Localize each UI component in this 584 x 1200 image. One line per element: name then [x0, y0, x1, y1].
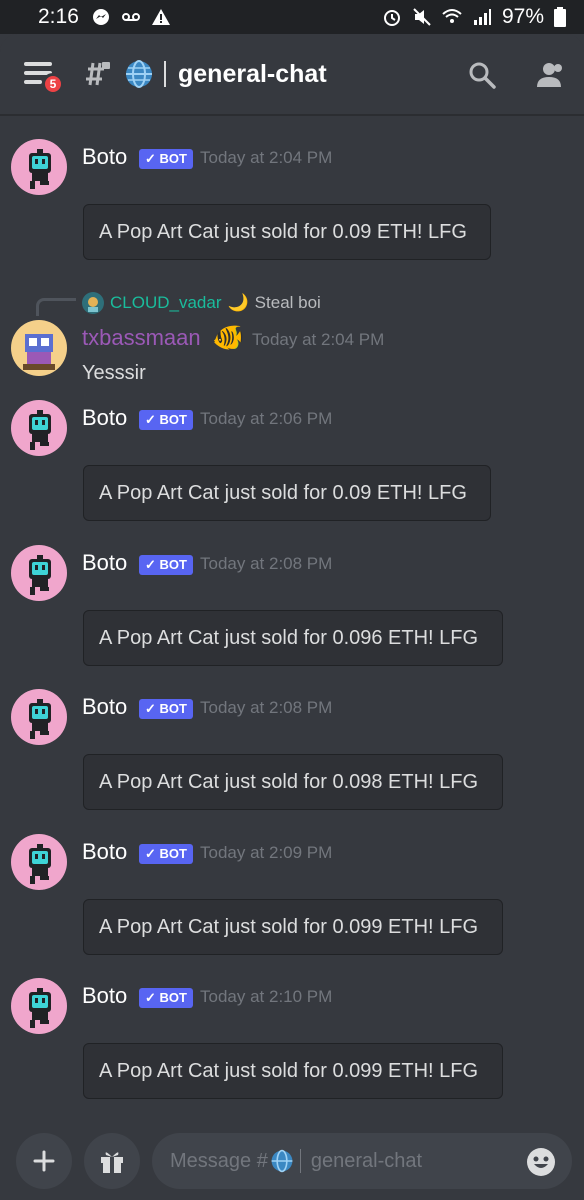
channel-header: 5 general-chat	[0, 34, 584, 114]
search-icon[interactable]	[467, 60, 497, 90]
reply-preview[interactable]: CLOUD_vadar 🌙 Steal boi	[82, 292, 321, 314]
bot-badge: ✓ BOT	[139, 149, 193, 169]
boto-avatar[interactable]	[11, 400, 67, 456]
notification-badge: 5	[42, 73, 64, 95]
cloud-vadar-avatar	[82, 292, 104, 314]
timestamp: Today at 2:04 PM	[200, 148, 333, 167]
locked-channel-icon	[86, 62, 110, 86]
author-name[interactable]: Boto	[82, 144, 127, 170]
boto-avatar[interactable]	[11, 545, 67, 601]
bot-badge: ✓ BOT	[139, 410, 193, 430]
author-name[interactable]: Boto	[82, 694, 127, 720]
message-text: Yesssir	[82, 362, 146, 384]
timestamp: Today at 2:04 PM	[252, 330, 385, 349]
bot-badge: ✓ BOT	[139, 555, 193, 575]
user-avatar-art	[23, 334, 55, 370]
boto-avatar[interactable]	[11, 978, 67, 1034]
bot-badge: ✓ BOT	[139, 699, 193, 719]
author-name[interactable]: Boto	[82, 983, 127, 1009]
embed-card: A Pop Art Cat just sold for 0.099 ETH! L…	[83, 899, 503, 955]
reply-connector	[36, 298, 76, 316]
boto-avatar[interactable]	[11, 689, 67, 745]
boto-avatar[interactable]	[11, 139, 67, 195]
reply-text: Steal boi	[254, 293, 321, 312]
gift-icon	[101, 1152, 123, 1173]
timestamp: Today at 2:10 PM	[200, 987, 333, 1006]
globe-emoji-icon	[271, 1149, 293, 1173]
robot-icon	[29, 699, 51, 739]
status-bar: 2:16 97%	[0, 0, 584, 34]
header-divider	[164, 61, 166, 87]
txbassmaan-avatar[interactable]	[11, 320, 67, 376]
author-name[interactable]: txbassmaan	[82, 325, 201, 351]
alarm-icon	[383, 10, 400, 26]
gift-button[interactable]	[84, 1133, 140, 1189]
embed-card: A Pop Art Cat just sold for 0.099 ETH! L…	[83, 1043, 503, 1099]
menu-button[interactable]: 5	[24, 60, 64, 95]
robot-icon	[29, 988, 51, 1028]
message-input[interactable]: Message # general-chat	[152, 1133, 572, 1189]
embed-card: A Pop Art Cat just sold for 0.096 ETH! L…	[83, 610, 503, 666]
embed-card: A Pop Art Cat just sold for 0.09 ETH! LF…	[83, 204, 491, 260]
placeholder-divider	[299, 1149, 301, 1173]
robot-icon	[29, 410, 51, 450]
author-name[interactable]: Boto	[82, 839, 127, 865]
timestamp: Today at 2:08 PM	[200, 698, 333, 717]
placeholder-prefix: Message #	[170, 1149, 268, 1172]
timestamp: Today at 2:06 PM	[200, 409, 333, 428]
add-attachment-button[interactable]	[16, 1133, 72, 1189]
boto-avatar[interactable]	[11, 834, 67, 890]
globe-emoji-icon	[126, 60, 152, 88]
timestamp: Today at 2:09 PM	[200, 843, 333, 862]
voicemail-icon	[121, 13, 140, 21]
status-time: 2:16	[38, 5, 79, 28]
author-name[interactable]: Boto	[82, 405, 127, 431]
embed-card: A Pop Art Cat just sold for 0.09 ETH! LF…	[83, 465, 491, 521]
signal-icon	[473, 9, 491, 25]
fish-emoji: 🐠	[212, 322, 245, 352]
emoji-picker-icon[interactable]	[526, 1147, 556, 1177]
message-list[interactable]: Boto ✓ BOT Today at 2:04 PM A Pop Art Ca…	[0, 114, 584, 1130]
message-composer: Message # general-chat	[0, 1130, 584, 1200]
bot-badge: ✓ BOT	[139, 988, 193, 1008]
robot-icon	[29, 844, 51, 884]
moon-emoji: 🌙	[227, 293, 249, 312]
bot-badge: ✓ BOT	[139, 844, 193, 864]
mute-icon	[413, 8, 431, 26]
timestamp: Today at 2:08 PM	[200, 554, 333, 573]
battery-icon	[554, 7, 566, 27]
channel-title: general-chat	[178, 59, 327, 88]
robot-icon	[29, 555, 51, 595]
warning-icon	[151, 9, 170, 25]
author-name[interactable]: Boto	[82, 550, 127, 576]
placeholder-channel: general-chat	[310, 1149, 423, 1172]
battery-percent: 97%	[501, 5, 544, 28]
embed-card: A Pop Art Cat just sold for 0.098 ETH! L…	[83, 754, 503, 810]
plus-icon	[33, 1150, 55, 1172]
reply-author[interactable]: CLOUD_vadar	[110, 293, 222, 313]
wifi-icon	[442, 9, 462, 23]
messenger-icon	[92, 9, 109, 25]
members-icon[interactable]	[534, 60, 566, 90]
robot-icon	[29, 149, 51, 189]
